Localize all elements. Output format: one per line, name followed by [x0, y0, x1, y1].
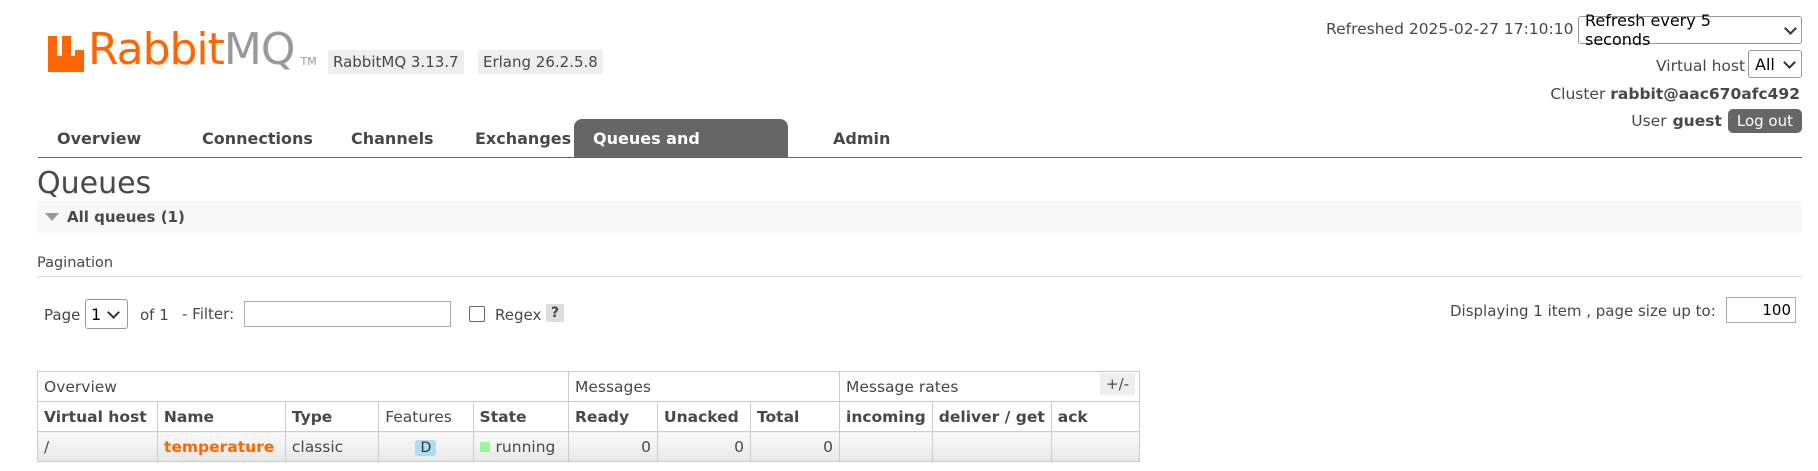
refresh-interval-select[interactable]: Refresh every 5 seconds	[1578, 11, 1802, 49]
cell-name: temperature	[156, 431, 286, 462]
cell-state: running	[472, 431, 570, 462]
group-message-rates: Message rates	[839, 371, 1140, 402]
cell-vhost: /	[37, 431, 158, 462]
col-ack[interactable]: ack	[1050, 401, 1140, 432]
page-size-input[interactable]	[1726, 297, 1796, 323]
col-name[interactable]: Name	[156, 401, 286, 432]
chevron-down-icon	[1784, 21, 1797, 35]
queue-name-link[interactable]: temperature	[164, 438, 274, 456]
refresh-interval-value: Refresh every 5 seconds	[1585, 11, 1711, 49]
cluster-info: Cluster rabbit@aac670afc492	[1550, 85, 1800, 103]
group-messages: Messages	[568, 371, 840, 402]
tab-channels[interactable]: Channels	[332, 119, 453, 157]
cell-total: 0	[750, 431, 840, 462]
cell-ack	[1050, 431, 1140, 462]
tab-overview[interactable]: Overview	[38, 119, 160, 157]
group-overview: Overview	[37, 371, 569, 402]
all-queues-section-header[interactable]: All queues (1)	[37, 201, 1802, 233]
divider	[37, 276, 1802, 277]
help-button[interactable]: ?	[546, 304, 565, 322]
logo-text-rabbit: Rabbit	[88, 24, 225, 75]
pagination-heading: Pagination	[37, 255, 114, 271]
collapse-triangle-icon	[45, 213, 59, 221]
tab-queues-and-streams[interactable]: Queues and Streams	[574, 119, 788, 188]
cluster-name: rabbit@aac670afc492	[1610, 85, 1800, 103]
col-virtual-host[interactable]: Virtual host	[37, 401, 158, 432]
page-label: Page	[44, 306, 81, 324]
main-nav: Overview Connections Channels Exchanges …	[38, 119, 1802, 188]
column-toggle-button[interactable]: +/-	[1100, 373, 1136, 395]
running-status-icon	[479, 441, 490, 452]
tab-exchanges[interactable]: Exchanges	[456, 119, 590, 157]
rabbitmq-logo[interactable]: Rabbit MQ TM	[48, 26, 317, 72]
durable-badge: D	[415, 439, 437, 456]
regex-label: Regex	[495, 306, 542, 324]
cell-ready: 0	[568, 431, 658, 462]
page-select[interactable]: 1	[85, 299, 128, 329]
regex-checkbox[interactable]	[469, 306, 485, 322]
table-header-row: Virtual host Name Type Features State Re…	[37, 401, 1140, 432]
col-incoming[interactable]: incoming	[839, 401, 933, 432]
erlang-version-badge: Erlang 26.2.5.8	[478, 50, 603, 74]
state-text: running	[495, 437, 556, 456]
cell-incoming	[839, 431, 933, 462]
col-unacked[interactable]: Unacked	[657, 401, 751, 432]
tab-connections[interactable]: Connections	[183, 119, 332, 157]
refreshed-timestamp: Refreshed 2025-02-27 17:10:10	[1326, 20, 1574, 38]
cell-deliver-get	[931, 431, 1052, 462]
col-features[interactable]: Features	[378, 401, 474, 432]
rabbitmq-version-badge: RabbitMQ 3.13.7	[328, 50, 464, 74]
displaying-count: Displaying 1 item , page size up to:	[1450, 302, 1716, 320]
col-deliver-get[interactable]: deliver / get	[931, 401, 1052, 432]
col-type[interactable]: Type	[284, 401, 380, 432]
filter-input[interactable]	[244, 301, 451, 327]
table-group-header-row: Overview Messages Message rates	[37, 371, 1140, 402]
logo-tm: TM	[300, 55, 317, 68]
page-title: Queues	[37, 166, 152, 201]
page-count: of 1	[140, 306, 169, 324]
logo-text-mq: MQ	[223, 24, 296, 75]
virtual-host-select[interactable]: All	[1748, 50, 1802, 78]
col-state[interactable]: State	[472, 401, 570, 432]
virtual-host-value: All	[1755, 54, 1775, 74]
page-select-value: 1	[91, 304, 102, 324]
col-total[interactable]: Total	[750, 401, 840, 432]
cell-unacked: 0	[657, 431, 751, 462]
table-row[interactable]: / temperature classic D running 0 0 0	[37, 431, 1140, 462]
queues-table: Overview Messages Message rates Virtual …	[37, 371, 1140, 462]
all-queues-label: All queues (1)	[67, 208, 185, 226]
virtual-host-label: Virtual host	[1656, 57, 1746, 75]
cell-features: D	[378, 431, 474, 462]
filter-label: - Filter:	[182, 305, 235, 323]
chevron-down-icon	[107, 305, 121, 319]
cluster-label: Cluster	[1550, 85, 1606, 103]
chevron-down-icon	[1782, 55, 1796, 69]
tab-admin[interactable]: Admin	[814, 119, 909, 157]
rabbit-logo-icon	[48, 36, 84, 72]
cell-type: classic	[284, 431, 380, 462]
col-ready[interactable]: Ready	[568, 401, 658, 432]
